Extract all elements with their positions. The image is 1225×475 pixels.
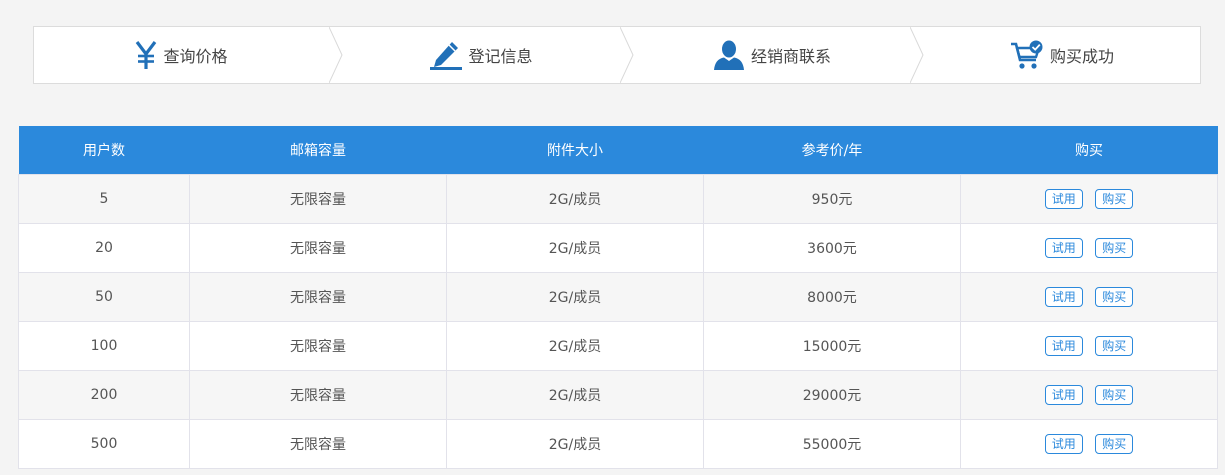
table-row: 200 无限容量 2G/成员 29000元 试用 购买: [18, 370, 1218, 420]
step-label: 登记信息: [468, 47, 533, 66]
trial-button[interactable]: 试用: [1044, 336, 1083, 356]
trial-button[interactable]: 试用: [1044, 287, 1083, 307]
buy-button[interactable]: 购买: [1095, 385, 1134, 405]
cell-price: 15000元: [703, 321, 961, 371]
cart-check-icon: [1010, 40, 1044, 70]
trial-button[interactable]: 试用: [1044, 434, 1083, 454]
cell-attachment: 2G/成员: [446, 272, 704, 322]
cell-price: 950元: [703, 174, 961, 224]
pricing-table: 用户数 邮箱容量 附件大小 参考价/年 购买 5 无限容量 2G/成员 950元…: [18, 126, 1218, 469]
buy-button[interactable]: 购买: [1095, 189, 1134, 209]
column-header-buy: 购买: [960, 126, 1218, 175]
cell-attachment: 2G/成员: [446, 223, 704, 273]
cell-actions: 试用 购买: [960, 419, 1218, 469]
cell-users: 50: [18, 272, 190, 322]
buy-button[interactable]: 购买: [1095, 336, 1134, 356]
cell-actions: 试用 购买: [960, 174, 1218, 224]
buy-button[interactable]: 购买: [1095, 287, 1134, 307]
column-header-users: 用户数: [18, 126, 190, 175]
table-row: 100 无限容量 2G/成员 15000元 试用 购买: [18, 321, 1218, 371]
step-label: 查询价格: [163, 47, 228, 66]
trial-button[interactable]: 试用: [1044, 189, 1083, 209]
trial-button[interactable]: 试用: [1044, 238, 1083, 258]
table-row: 20 无限容量 2G/成员 3600元 试用 购买: [18, 223, 1218, 273]
cell-capacity: 无限容量: [189, 223, 447, 273]
cell-attachment: 2G/成员: [446, 419, 704, 469]
step-separator: [910, 27, 924, 83]
purchase-steps: 查询价格 登记信息 经销商联系 购买成功: [33, 26, 1201, 84]
cell-attachment: 2G/成员: [446, 370, 704, 420]
user-icon: [713, 40, 745, 70]
cell-capacity: 无限容量: [189, 174, 447, 224]
cell-attachment: 2G/成员: [446, 174, 704, 224]
cell-price: 55000元: [703, 419, 961, 469]
step-register-info: 登记信息: [343, 27, 620, 83]
cell-users: 100: [18, 321, 190, 371]
yen-icon: [135, 40, 157, 70]
step-label: 购买成功: [1049, 47, 1114, 66]
pricing-table-container: 用户数 邮箱容量 附件大小 参考价/年 购买 5 无限容量 2G/成员 950元…: [18, 126, 1218, 469]
cell-capacity: 无限容量: [189, 321, 447, 371]
cell-users: 20: [18, 223, 190, 273]
cell-attachment: 2G/成员: [446, 321, 704, 371]
cell-actions: 试用 购买: [960, 223, 1218, 273]
pencil-icon: [430, 40, 463, 70]
table-row: 5 无限容量 2G/成员 950元 试用 购买: [18, 174, 1218, 224]
cell-price: 29000元: [703, 370, 961, 420]
cell-actions: 试用 购买: [960, 370, 1218, 420]
buy-button[interactable]: 购买: [1095, 434, 1134, 454]
step-dealer-contact: 经销商联系: [634, 27, 910, 83]
cell-capacity: 无限容量: [189, 272, 447, 322]
page: 查询价格 登记信息 经销商联系 购买成功 用户数 邮箱容量 附件大小 参考价/年…: [0, 0, 1225, 475]
table-row: 500 无限容量 2G/成员 55000元 试用 购买: [18, 419, 1218, 469]
cell-capacity: 无限容量: [189, 370, 447, 420]
cell-price: 8000元: [703, 272, 961, 322]
cell-actions: 试用 购买: [960, 272, 1218, 322]
cell-capacity: 无限容量: [189, 419, 447, 469]
column-header-attachment: 附件大小: [446, 126, 704, 175]
cell-users: 5: [18, 174, 190, 224]
step-purchase-success: 购买成功: [924, 27, 1200, 83]
step-separator: [329, 27, 343, 83]
buy-button[interactable]: 购买: [1095, 238, 1134, 258]
cell-price: 3600元: [703, 223, 961, 273]
column-header-price: 参考价/年: [703, 126, 961, 175]
step-query-price: 查询价格: [34, 27, 329, 83]
cell-users: 500: [18, 419, 190, 469]
table-header-row: 用户数 邮箱容量 附件大小 参考价/年 购买: [18, 126, 1218, 175]
trial-button[interactable]: 试用: [1044, 385, 1083, 405]
column-header-capacity: 邮箱容量: [189, 126, 447, 175]
step-label: 经销商联系: [750, 47, 831, 66]
cell-actions: 试用 购买: [960, 321, 1218, 371]
table-row: 50 无限容量 2G/成员 8000元 试用 购买: [18, 272, 1218, 322]
cell-users: 200: [18, 370, 190, 420]
step-separator: [620, 27, 634, 83]
